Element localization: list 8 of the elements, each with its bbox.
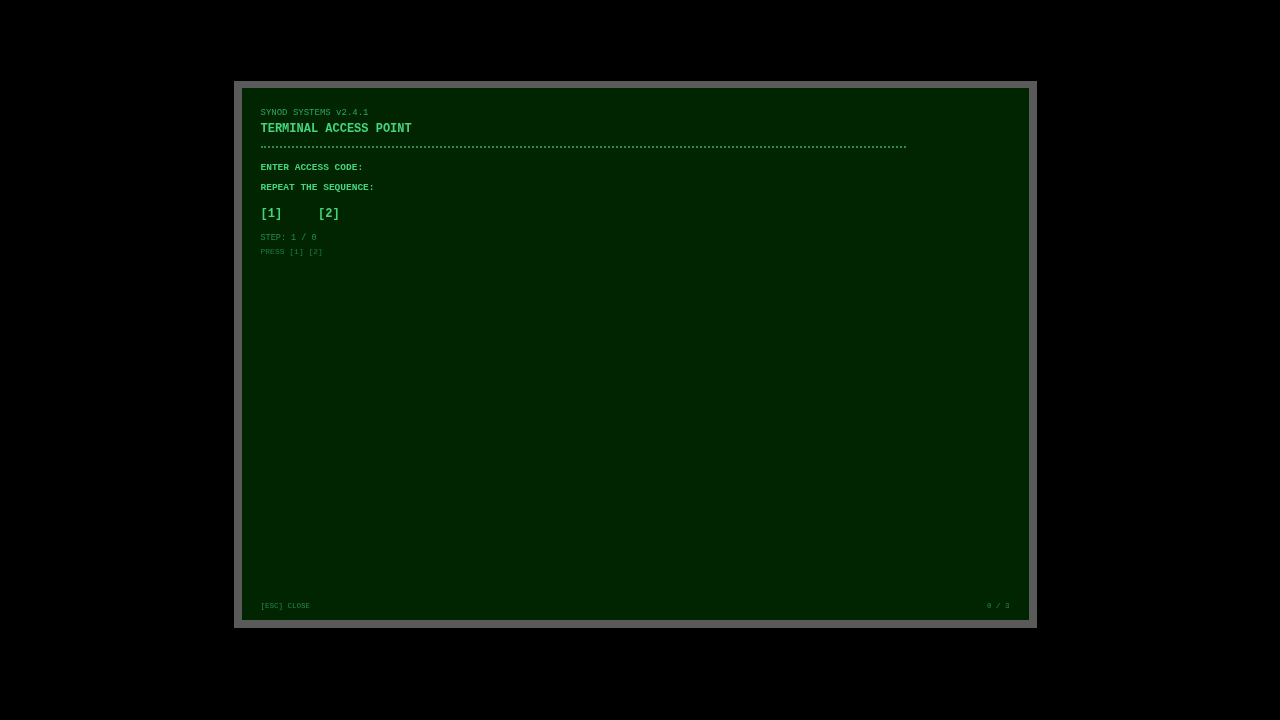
system-version: SYNOD SYSTEMS v2.4.1 <box>260 107 370 119</box>
hint-text: PRESS [1] [2] <box>260 247 324 257</box>
sequence-key[interactable]: [2] <box>318 206 340 222</box>
step-counter: STEP: 1 / 0 <box>260 232 318 244</box>
prompt-text: REPEAT THE SEQUENCE: <box>260 181 376 195</box>
sequence-key[interactable]: [1] <box>260 206 283 222</box>
terminal-title: TERMINAL ACCESS POINT <box>260 121 413 138</box>
prompt-text: ENTER ACCESS CODE: <box>260 161 365 175</box>
